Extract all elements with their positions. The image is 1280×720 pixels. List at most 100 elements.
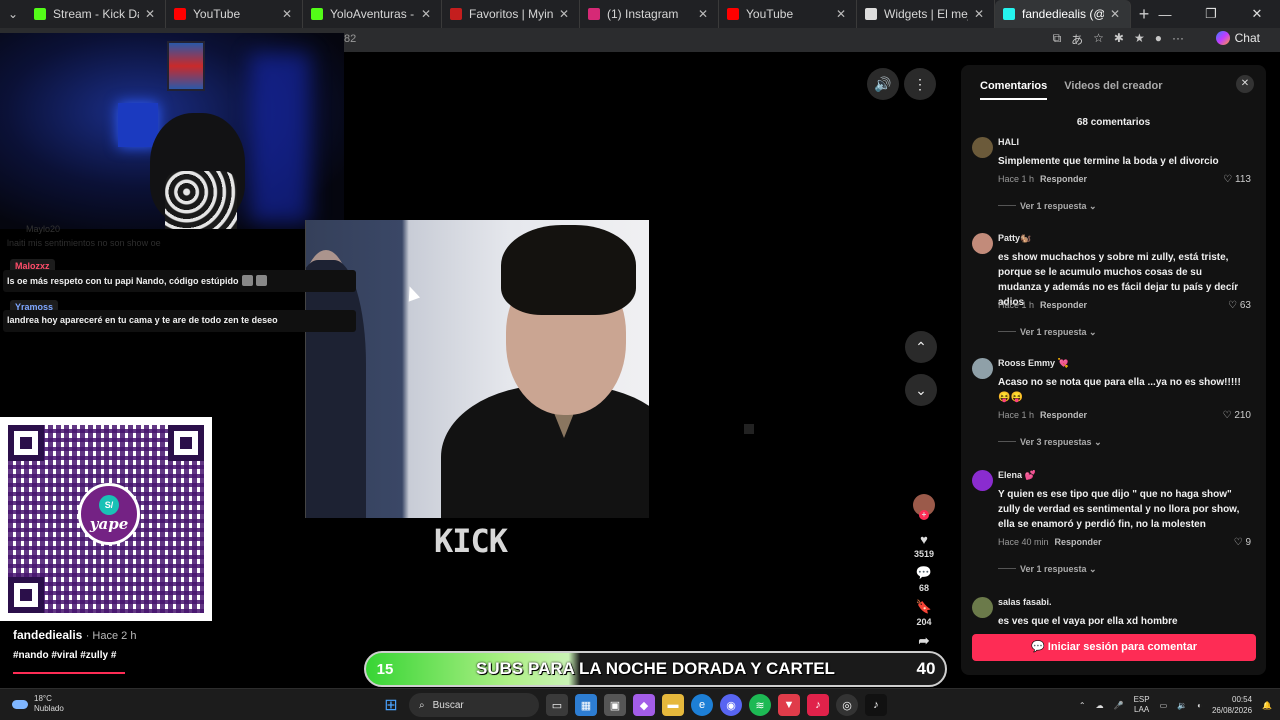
- profile-icon[interactable]: ●: [1155, 31, 1162, 48]
- app-icon[interactable]: ▼: [778, 694, 800, 716]
- reply-button[interactable]: Responder: [1055, 537, 1102, 547]
- battery-icon[interactable]: ◐: [1197, 701, 1202, 710]
- comment-like-button[interactable]: ♡ 113: [1223, 174, 1251, 185]
- view-replies-button[interactable]: Ver 3 respuestas ⌄: [998, 437, 1102, 448]
- browser-tab[interactable]: (1) Instagram ✕: [580, 0, 719, 28]
- video-hashtags[interactable]: #nando #viral #zully #: [13, 650, 116, 661]
- commenter-avatar[interactable]: [972, 358, 993, 379]
- restore-icon[interactable]: ❐: [1188, 0, 1234, 28]
- translate-icon[interactable]: あ: [1071, 31, 1083, 48]
- tab-actions-menu-icon[interactable]: ⌄: [0, 0, 26, 28]
- spotify-icon[interactable]: ≋: [749, 694, 771, 716]
- commenter-avatar[interactable]: [972, 233, 993, 254]
- minimize-icon[interactable]: —: [1142, 0, 1188, 28]
- view-replies-button[interactable]: Ver 1 respuesta ⌄: [998, 564, 1097, 575]
- tab-close-icon[interactable]: ✕: [280, 7, 294, 21]
- view-replies-button[interactable]: Ver 1 respuesta ⌄: [998, 327, 1097, 338]
- network-icon[interactable]: ☁: [1096, 701, 1104, 710]
- tab-close-icon[interactable]: ✕: [972, 7, 986, 21]
- commenter-avatar[interactable]: [972, 597, 993, 618]
- volume-tray-icon[interactable]: 🔉: [1177, 701, 1187, 710]
- next-video-button[interactable]: ⌄: [905, 374, 937, 406]
- browser-tab[interactable]: fandediealis (@fandedie ✕: [995, 0, 1131, 28]
- tab-creator-videos[interactable]: Videos del creador: [1064, 80, 1162, 100]
- tab-close-icon[interactable]: ✕: [834, 7, 848, 21]
- tiktok-icon[interactable]: ♪: [865, 694, 887, 716]
- language-indicator[interactable]: ESP LAA: [1134, 695, 1150, 715]
- tab-label: Favoritos | Myinstants: [469, 7, 553, 21]
- address-url[interactable]: 82: [344, 33, 356, 45]
- tab-close-icon[interactable]: ✕: [1108, 7, 1122, 21]
- reply-button[interactable]: Responder: [1040, 410, 1087, 420]
- browser-tab[interactable]: YouTube ✕: [166, 0, 303, 28]
- browser-tab[interactable]: Stream - Kick Dashboard ✕: [26, 0, 166, 28]
- tab-close-icon[interactable]: ✕: [419, 7, 433, 21]
- task-view-icon[interactable]: ▭: [546, 694, 568, 716]
- show-hidden-icons[interactable]: ⌃: [1079, 701, 1086, 710]
- comment-like-button[interactable]: ♡ 9: [1234, 537, 1251, 548]
- edge-icon[interactable]: e: [691, 694, 713, 716]
- like-icon[interactable]: ♥: [920, 532, 928, 547]
- weather-widget[interactable]: 18°C Nublado: [12, 694, 64, 714]
- open-in-app-icon[interactable]: ⧉: [1053, 31, 1062, 48]
- reply-button[interactable]: Responder: [1040, 174, 1087, 184]
- share-icon[interactable]: ➦: [919, 633, 930, 649]
- favorites-icon[interactable]: ★: [1134, 31, 1145, 48]
- close-window-icon[interactable]: ✕: [1234, 0, 1280, 28]
- tab-favicon-icon: [1003, 8, 1015, 20]
- copilot-app-icon[interactable]: ◆: [633, 694, 655, 716]
- tab-close-icon[interactable]: ✕: [557, 7, 571, 21]
- clock-date: 26/08/2026: [1211, 706, 1253, 715]
- favorite-star-icon[interactable]: ☆: [1093, 31, 1104, 48]
- commenter-avatar[interactable]: [972, 470, 993, 491]
- windows-start-icon[interactable]: ⊞: [380, 694, 402, 716]
- view-replies-button[interactable]: Ver 1 respuesta ⌄: [998, 201, 1097, 212]
- creator-avatar[interactable]: +: [913, 494, 935, 520]
- tab-favicon-icon: [727, 8, 739, 20]
- copilot-icon: [1215, 31, 1230, 45]
- more-options-icon[interactable]: ···: [1172, 31, 1184, 48]
- view-replies-label: Ver 1 respuesta: [1020, 327, 1087, 337]
- comment-like-button[interactable]: ♡ 63: [1228, 300, 1251, 311]
- calculator-icon[interactable]: ▦: [575, 694, 597, 716]
- previous-video-button[interactable]: ⌃: [905, 331, 937, 363]
- browser-tab[interactable]: YoloAventuras - Watch the ✕: [303, 0, 442, 28]
- microphone-icon[interactable]: 🎤: [1114, 701, 1124, 710]
- commenter-name[interactable]: salas fasabi.: [998, 597, 1052, 607]
- comment-icon[interactable]: 💬: [916, 565, 932, 581]
- commenter-name[interactable]: Patty🐿️: [998, 233, 1031, 244]
- commenter-name[interactable]: HALI: [998, 137, 1019, 147]
- tab-comments[interactable]: Comentarios: [980, 80, 1048, 100]
- commenter-avatar[interactable]: [972, 137, 993, 158]
- more-options-icon[interactable]: ⋮: [904, 68, 936, 100]
- extensions-icon[interactable]: ✱: [1114, 31, 1124, 48]
- search-box[interactable]: ⌕ Buscar: [409, 693, 539, 717]
- commenter-name[interactable]: Elena 💕: [998, 470, 1036, 481]
- obs-icon[interactable]: ◎: [836, 694, 858, 716]
- browser-tab[interactable]: Favoritos | Myinstants ✕: [442, 0, 580, 28]
- reply-button[interactable]: Responder: [1040, 300, 1087, 310]
- discord-icon[interactable]: ◉: [720, 694, 742, 716]
- video-author[interactable]: fandediealis · Hace 2 h: [13, 628, 136, 642]
- notifications-icon[interactable]: 🔔: [1262, 701, 1272, 710]
- store-icon[interactable]: ▣: [604, 694, 626, 716]
- bookmark-icon[interactable]: 🔖: [916, 599, 932, 615]
- close-icon[interactable]: ✕: [1236, 75, 1254, 93]
- copilot-chat-button[interactable]: Chat: [1215, 31, 1260, 45]
- comment-like-button[interactable]: ♡ 210: [1223, 410, 1251, 421]
- tab-close-icon[interactable]: ✕: [696, 7, 710, 21]
- commenter-name[interactable]: Rooss Emmy 💘: [998, 358, 1069, 369]
- volume-icon[interactable]: 🔊: [867, 68, 899, 100]
- login-to-comment-button[interactable]: 💬 Iniciar sesión para comentar: [972, 634, 1256, 661]
- follow-icon[interactable]: +: [919, 510, 929, 520]
- tab-close-icon[interactable]: ✕: [143, 7, 157, 21]
- clock[interactable]: 00:54 26/08/2026: [1212, 694, 1252, 716]
- browser-tab[interactable]: Widgets | El mejor software ✕: [857, 0, 995, 28]
- video-artifact: [744, 424, 754, 434]
- tiktok-live-icon[interactable]: ♪: [807, 694, 829, 716]
- browser-tab[interactable]: YouTube ✕: [719, 0, 857, 28]
- display-icon[interactable]: ▭: [1160, 701, 1168, 710]
- video-progress-bar[interactable]: [13, 672, 125, 674]
- file-explorer-icon[interactable]: ▬: [662, 694, 684, 716]
- man-hair: [501, 225, 636, 315]
